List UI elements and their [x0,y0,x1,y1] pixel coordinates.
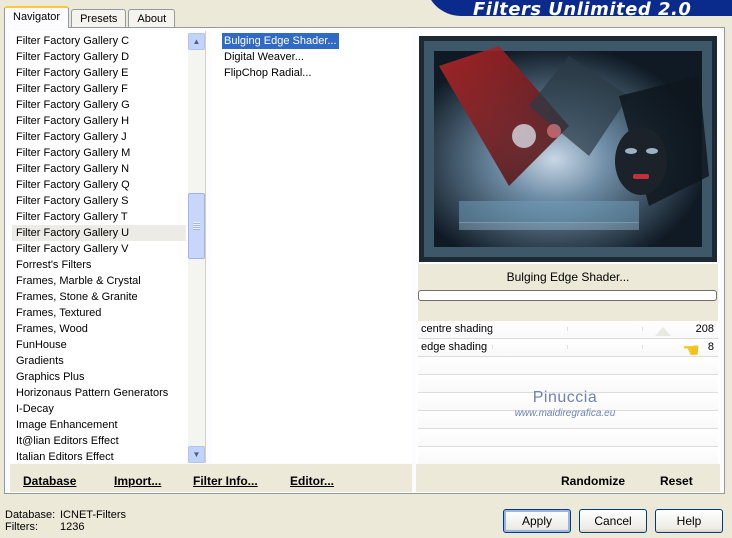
preview-image [419,36,717,262]
import-button[interactable]: Import... [114,474,161,488]
category-item[interactable]: Filter Factory Gallery M [12,145,186,161]
status-info: Database: ICNET-Filters Filters: 1236 [5,509,126,533]
category-scrollbar[interactable]: ▲ ▼ [188,33,205,463]
slider-tick [642,327,643,331]
category-item[interactable]: It@lian Editors Effect [12,433,186,449]
tab-presets[interactable]: Presets [71,9,127,28]
category-item[interactable]: Frames, Stone & Granite [12,289,186,305]
category-items: Filter Factory Gallery C Filter Factory G… [12,33,186,465]
filter-item[interactable]: Digital Weaver... [222,49,339,65]
category-item[interactable]: Filter Factory Gallery E [12,65,186,81]
category-item[interactable]: Frames, Wood [12,321,186,337]
progress-bar [418,290,717,301]
category-list[interactable]: Filter Factory Gallery C Filter Factory G… [10,31,206,463]
help-button[interactable]: Help [655,509,723,533]
category-item[interactable]: Filter Factory Gallery C [12,33,186,49]
category-item[interactable]: Filter Factory Gallery G [12,97,186,113]
category-item[interactable]: Filter Factory Gallery S [12,193,186,209]
brand-banner: Filters Unlimited 2.0 [425,0,732,20]
category-item[interactable]: Filter Factory Gallery N [12,161,186,177]
slider-tick [567,345,568,349]
param-value: 8 [707,341,714,353]
category-item[interactable]: FunHouse [12,337,186,353]
filter-item[interactable]: FlipChop Radial... [222,65,339,81]
filter-list[interactable]: Bulging Edge Shader... Digital Weaver... F… [212,31,412,463]
filter-info-button[interactable]: Filter Info... [193,474,258,488]
reset-button[interactable]: Reset [660,474,693,488]
filter-item[interactable]: Bulging Edge Shader... [221,32,340,50]
category-item[interactable]: Filter Factory Gallery F [12,81,186,97]
tab-navigator[interactable]: Navigator [4,6,70,28]
category-item[interactable]: Filter Factory Gallery T [12,209,186,225]
brand-title: Filters Unlimited 2.0 [473,0,692,20]
category-item[interactable]: Gradients [12,353,186,369]
slider-tick [492,345,493,349]
filters-label: Filters: [5,521,38,533]
watermark: Pinuccia www.maidiregrafica.eu [475,389,655,419]
slider-tick [492,327,493,331]
tab-bar: Navigator Presets About [4,6,177,28]
param-empty [418,447,718,465]
category-item[interactable]: Graphics Plus [12,369,186,385]
editor-button[interactable]: Editor... [290,474,334,488]
category-item[interactable]: Frames, Textured [12,305,186,321]
cancel-button[interactable]: Cancel [579,509,647,533]
current-filter-title: Bulging Edge Shader... [506,270,630,284]
category-item[interactable]: Filter Factory Gallery Q [12,177,186,193]
slider-tick [642,345,643,349]
pointing-hand-icon: ☛ [682,340,700,362]
apply-button[interactable]: Apply [503,509,571,533]
filter-items: Bulging Edge Shader... Digital Weaver... F… [221,32,340,81]
slider-marker [655,327,671,336]
category-item[interactable]: Filter Factory Gallery J [12,129,186,145]
category-item[interactable]: Filter Factory Gallery H [12,113,186,129]
category-item[interactable]: I-Decay [12,401,186,417]
database-value: ICNET-Filters [60,509,126,521]
database-label: Database: [5,509,56,521]
param-centre-shading[interactable]: centre shading 208 [418,321,718,339]
category-item[interactable]: Frames, Marble & Crystal [12,273,186,289]
category-item[interactable]: Filter Factory Gallery U [12,225,186,241]
category-item[interactable]: Forrest's Filters [12,257,186,273]
scrollbar-thumb[interactable] [188,193,205,259]
chevron-up-icon[interactable]: ▲ [188,33,205,50]
category-item[interactable]: Image Enhancement [12,417,186,433]
database-button[interactable]: Database [23,474,76,488]
randomize-button[interactable]: Randomize [561,474,625,488]
category-item[interactable]: Filter Factory Gallery D [12,49,186,65]
param-label: edge shading [421,341,488,353]
slider-tick [567,327,568,331]
param-empty [418,429,718,447]
category-item[interactable]: Filter Factory Gallery V [12,241,186,257]
watermark-title: Pinuccia [532,389,598,406]
chevron-down-icon[interactable]: ▼ [188,446,205,463]
category-item[interactable]: Italian Editors Effect [12,449,186,465]
filters-count: 1236 [60,521,85,533]
preview-artwork [419,36,717,262]
tab-about[interactable]: About [128,9,176,28]
param-value: 208 [695,323,714,335]
param-label: centre shading [421,323,494,335]
watermark-url: www.maidiregrafica.eu [514,408,616,419]
category-item[interactable]: Horizonaus Pattern Generators [12,385,186,401]
